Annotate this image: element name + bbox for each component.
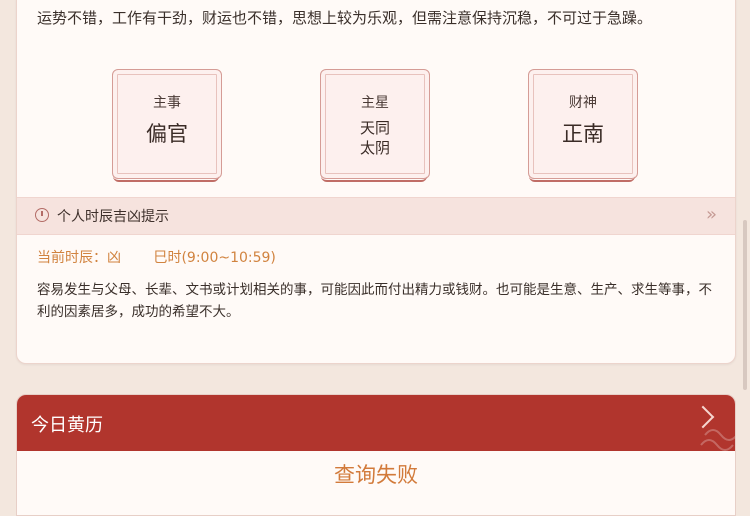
almanac-header[interactable]: 今日黄历: [17, 395, 735, 451]
box-decoration: [529, 176, 635, 182]
almanac-title: 今日黄历: [31, 415, 103, 436]
main-affair-label: 主事: [153, 95, 181, 111]
clock-icon: [35, 208, 49, 222]
scrollbar[interactable]: [743, 220, 747, 390]
main-star-value-1: 天同: [359, 119, 390, 137]
main-affair-box[interactable]: 主事 偏官: [112, 69, 222, 182]
fortune-intro-text: 运势不错，工作有干劲，财运也不错，思想上较为乐观，但需注意保持沉稳，不可过于急躁…: [37, 9, 653, 27]
fortune-boxes: 主事 偏官 主星 天同 太阴 财神 正南: [17, 69, 735, 182]
double-chevron-right-icon[interactable]: »: [706, 204, 717, 225]
main-star-label: 主星: [361, 95, 389, 111]
wealth-god-value: 正南: [562, 122, 604, 146]
wealth-god-label: 财神: [569, 95, 597, 111]
current-hour-period: 巳时(9:00~10:59): [153, 250, 276, 266]
hour-hint-title: 个人时辰吉凶提示: [57, 209, 169, 225]
hour-description: 容易发生与父母、长辈、文书或计划相关的事，可能因此而付出精力或钱财。也可能是生意…: [37, 282, 712, 320]
box-decoration: [113, 176, 219, 182]
fortune-card: 运势不错，工作有干劲，财运也不错，思想上较为乐观，但需注意保持沉稳，不可过于急躁…: [16, 0, 736, 364]
main-star-box[interactable]: 主星 天同 太阴: [320, 69, 430, 182]
main-star-value-2: 太阴: [359, 139, 390, 157]
query-failed-text: 查询失败: [334, 463, 418, 487]
almanac-card: 今日黄历 查询失败: [16, 394, 736, 516]
current-hour-label: 当前时辰：凶: [37, 250, 121, 266]
box-decoration: [321, 176, 427, 182]
current-hour-line: 当前时辰：凶 巳时(9:00~10:59): [37, 247, 282, 267]
cloud-pattern-icon: [700, 429, 735, 451]
wealth-god-box[interactable]: 财神 正南: [528, 69, 638, 182]
main-affair-value: 偏官: [146, 122, 188, 146]
hour-hint-bar[interactable]: 个人时辰吉凶提示 »: [17, 197, 735, 235]
